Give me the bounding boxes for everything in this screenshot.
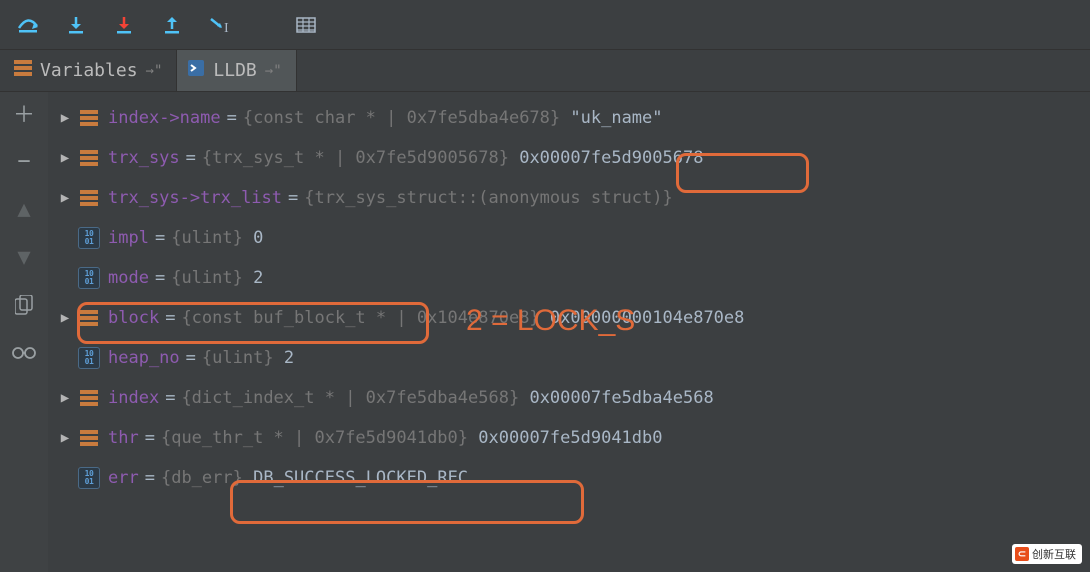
variable-row[interactable]: ▶ index->name = {const char * | 0x7fe5db… [48, 98, 1090, 138]
variable-row[interactable]: 1001 mode = {ulint} 2 [48, 258, 1090, 298]
pin-icon: →" [146, 63, 163, 79]
main-area: ＋ − ▲ ▼ ▶ index->name = {const char * | … [0, 92, 1090, 572]
step-out-icon[interactable] [160, 13, 184, 37]
variables-panel: ▶ index->name = {const char * | 0x7fe5db… [48, 92, 1090, 572]
variable-value: 2 [284, 348, 294, 368]
struct-icon [78, 387, 100, 409]
scalar-icon: 1001 [78, 267, 100, 289]
step-into-icon[interactable] [64, 13, 88, 37]
expand-arrow-icon[interactable]: ▶ [54, 150, 76, 166]
variable-row[interactable]: 1001 heap_no = {ulint} 2 [48, 338, 1090, 378]
remove-watch-icon[interactable]: − [11, 148, 37, 174]
move-up-icon[interactable]: ▲ [11, 196, 37, 222]
run-to-cursor-icon[interactable]: I [208, 13, 232, 37]
variable-type: {trx_sys_struct::(anonymous struct)} [304, 188, 672, 208]
variable-row[interactable]: ▶ trx_sys->trx_list = {trx_sys_struct::(… [48, 178, 1090, 218]
variable-name: heap_no [108, 348, 180, 368]
side-gutter: ＋ − ▲ ▼ [0, 92, 48, 572]
variable-type: {ulint} [171, 228, 243, 248]
add-watch-icon[interactable]: ＋ [11, 100, 37, 126]
variable-name: thr [108, 428, 139, 448]
struct-icon [14, 59, 32, 82]
variable-value: "uk_name" [570, 108, 662, 128]
watermark: ⊂ 创新互联 [1012, 544, 1082, 564]
pin-icon: →" [265, 63, 282, 79]
expand-arrow-icon[interactable]: ▶ [54, 110, 76, 126]
struct-icon [78, 307, 100, 329]
watermark-logo-icon: ⊂ [1015, 547, 1029, 561]
variable-name: trx_sys [108, 148, 180, 168]
variable-type: {ulint} [202, 348, 274, 368]
variable-value: 0x00000000104e870e8 [550, 308, 744, 328]
duplicate-icon[interactable] [11, 292, 37, 318]
variable-value: 0 [253, 228, 263, 248]
variable-name: block [108, 308, 159, 328]
variable-row[interactable]: ▶ thr = {que_thr_t * | 0x7fe5d9041db0} 0… [48, 418, 1090, 458]
variable-type: {const char * | 0x7fe5dba4e678} [243, 108, 560, 128]
scalar-icon: 1001 [78, 347, 100, 369]
struct-icon [78, 187, 100, 209]
variable-row[interactable]: 1001 impl = {ulint} 0 [48, 218, 1090, 258]
variable-row[interactable]: ▶ block = {const buf_block_t * | 0x104e8… [48, 298, 1090, 338]
struct-icon [78, 427, 100, 449]
tab-variables[interactable]: Variables →" [4, 50, 177, 91]
variable-value: DB_SUCCESS_LOCKED_REC [253, 468, 468, 488]
variable-name: mode [108, 268, 149, 288]
variable-type: {trx_sys_t * | 0x7fe5d9005678} [202, 148, 509, 168]
struct-icon [78, 147, 100, 169]
struct-icon [78, 107, 100, 129]
variable-name: impl [108, 228, 149, 248]
equals: = [221, 108, 243, 128]
debugger-toolbar: I [0, 0, 1090, 50]
variable-row[interactable]: 1001 err = {db_err} DB_SUCCESS_LOCKED_RE… [48, 458, 1090, 498]
force-step-into-icon[interactable] [112, 13, 136, 37]
tab-label: LLDB [213, 60, 256, 81]
tab-lldb[interactable]: LLDB →" [177, 50, 296, 91]
variable-row[interactable]: ▶ trx_sys = {trx_sys_t * | 0x7fe5d900567… [48, 138, 1090, 178]
variable-row[interactable]: ▶ index = {dict_index_t * | 0x7fe5dba4e5… [48, 378, 1090, 418]
scalar-icon: 1001 [78, 467, 100, 489]
move-down-icon[interactable]: ▼ [11, 244, 37, 270]
variable-type: {ulint} [171, 268, 243, 288]
expand-arrow-icon[interactable]: ▶ [54, 430, 76, 446]
variable-value: 0x00007fe5d9041db0 [478, 428, 662, 448]
expand-arrow-icon[interactable]: ▶ [54, 310, 76, 326]
variable-name: trx_sys [108, 188, 180, 208]
variable-value: 0x00007fe5d9005678 [519, 148, 703, 168]
tab-label: Variables [40, 60, 138, 81]
variable-name: index [108, 108, 159, 128]
variable-name: index [108, 388, 159, 408]
variable-value: 2 [253, 268, 263, 288]
expand-arrow-icon[interactable]: ▶ [54, 390, 76, 406]
variable-name: err [108, 468, 139, 488]
variable-type: {dict_index_t * | 0x7fe5dba4e568} [181, 388, 519, 408]
variable-type: {que_thr_t * | 0x7fe5d9041db0} [161, 428, 468, 448]
variable-type: {db_err} [161, 468, 243, 488]
evaluate-expression-icon[interactable] [294, 13, 318, 37]
expand-arrow-icon[interactable]: ▶ [54, 190, 76, 206]
debug-tabs: Variables →" LLDB →" [0, 50, 1090, 92]
step-over-icon[interactable] [16, 13, 40, 37]
scalar-icon: 1001 [78, 227, 100, 249]
watermark-text: 创新互联 [1032, 546, 1076, 562]
glasses-icon[interactable] [11, 340, 37, 366]
variable-value: 0x00007fe5dba4e568 [529, 388, 713, 408]
console-icon [187, 59, 205, 82]
variable-type: {const buf_block_t * | 0x104e870e8} [181, 308, 539, 328]
svg-text:I: I [224, 21, 229, 35]
